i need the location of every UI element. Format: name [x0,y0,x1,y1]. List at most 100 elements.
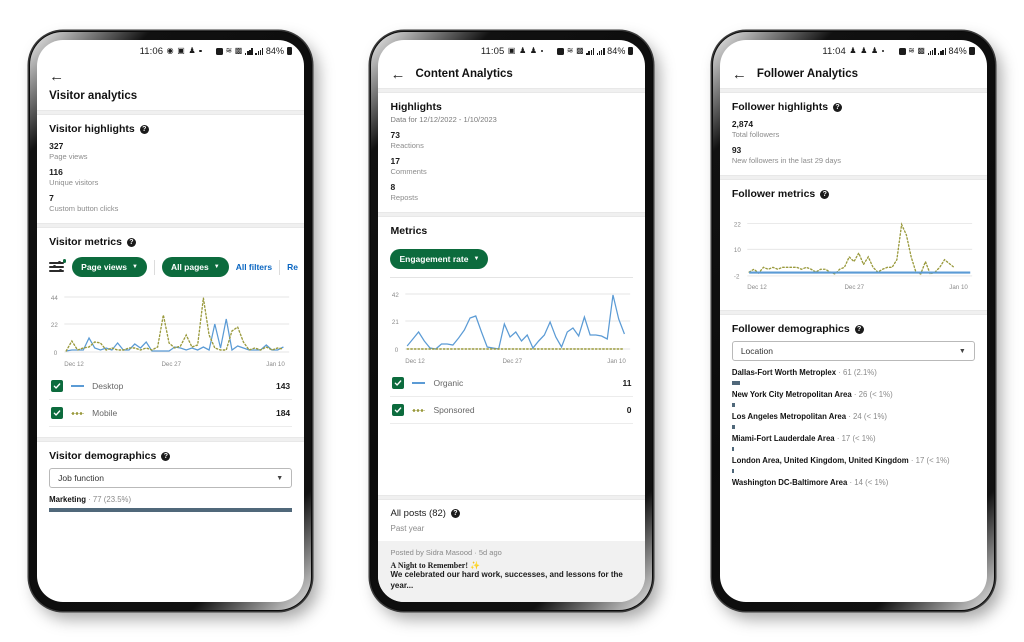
stat-item: 93 New followers in the last 29 days [732,145,975,165]
back-arrow-icon[interactable]: ← [732,67,747,82]
check-icon [395,407,402,413]
screen-content-analytics: 11:05 ▣ ♟ ♟ ≋ ▩ 84% ← Content Analytics … [378,40,646,602]
legend-row-desktop[interactable]: Desktop 143 [49,373,293,400]
pages-select-pill[interactable]: All pages ▼ [161,257,229,277]
heading-text: Visitor highlights [49,123,135,135]
page-title: Visitor analytics [49,90,138,102]
demographic-text: Dallas-Fort Worth Metroplex · 61 (2.1%) [732,368,975,379]
stat-value: 7 [49,193,54,203]
visitor-metrics-chart: 44 22 0 Dec 12 Dec 27 Jan 10 [49,285,292,373]
highlights-section: Highlights Data for 12/12/2022 - 1/10/20… [378,93,645,212]
pill-label: Engagement rate [399,254,469,264]
chevron-down-icon: ▼ [213,264,220,270]
filter-bar: Page views ▼ All pages ▼ All filters Re [49,254,298,285]
signal-icon-2 [255,47,264,55]
demographics-select[interactable]: Job function ▼ [49,468,293,488]
status-time: 11:06 [139,45,164,57]
demographic-text: Los Angeles Metropolitan Area · 24 (< 1%… [732,412,975,423]
legend-checkbox[interactable] [392,377,405,389]
app-bar-title: Content Analytics [415,68,513,80]
demographic-pct: (23.5%) [103,495,132,504]
check-icon [53,410,61,416]
chevron-down-icon: ▼ [958,347,966,355]
legend-row-sponsored[interactable]: Sponsored 0 [390,397,634,424]
legend-row-mobile[interactable]: Mobile 184 [49,400,293,427]
signal-icon-2 [938,47,946,55]
legend-swatch-dotted [412,408,426,412]
screen-follower-analytics: 11:04 ♟ ♟ ♟ ≋ ▩ 84% ← Follower Analytics… [719,40,987,602]
help-icon[interactable]: ? [126,237,136,247]
stat-label: Page views [49,151,88,161]
demographic-row: London Area, United Kingdom, United King… [731,455,975,473]
legend-value: 143 [275,381,291,391]
legend-row-organic[interactable]: Organic 11 [390,370,634,397]
hotspot-icon: ▩ [917,46,926,55]
legend-checkbox[interactable] [51,407,64,419]
x-tick-start: Dec 12 [406,358,426,365]
y-tick-0: 0 [54,350,58,357]
x-tick-start: Dec 12 [64,361,84,368]
help-icon[interactable]: ? [833,102,843,112]
status-time: 11:04 [822,45,846,57]
help-icon[interactable]: ? [820,189,830,199]
all-filters-button[interactable]: All filters [236,262,272,272]
help-icon[interactable]: ? [139,124,149,134]
demographic-row: Miami-Fort Lauderdale Area · 17 (< 1%) [731,434,975,451]
y-tick-minus2: -2 [734,274,740,281]
heading-text: Visitor demographics [49,450,157,462]
all-posts-title-row: All posts (82) ? [390,508,633,519]
engagement-rate-pill[interactable]: Engagement rate ▼ [390,249,489,269]
demographic-text: Miami-Fort Lauderdale Area · 17 (< 1%) [732,434,975,445]
heading-text: Highlights [390,101,442,113]
follower-metrics-chart: 22 10 -2 Dec 12 Dec 27 Jan 10 [732,212,975,296]
follower-metrics-heading: Follower metrics ? [732,188,975,200]
status-bar: 11:06 ◉ ▣ ♟ ≋ ▩ 84% [37,40,304,62]
date-range: Data for 12/12/2022 - 1/10/2023 [390,115,497,124]
status-bar-right: ≋ ▩ 84% [557,46,634,56]
y-tick-0: 0 [395,347,399,354]
demographic-count: 14 [854,477,863,487]
stat-item: 73 Reactions [390,130,633,150]
help-icon[interactable]: ? [854,324,864,334]
check-icon [395,380,402,386]
legend-swatch-solid [71,384,85,388]
filter-divider [279,259,281,275]
demographic-row: Washington DC-Baltimore Area · 14 (< 1%) [732,478,975,489]
demographic-count: 77 [92,495,102,504]
demographic-bar [731,424,735,429]
stat-item: 7 Custom button clicks [49,193,292,213]
signal-icon-1 [586,47,595,55]
demographics-select[interactable]: Location ▼ [731,341,975,361]
reset-button[interactable]: Re [287,262,298,272]
legend-checkbox[interactable] [392,404,405,416]
metric-select-pill[interactable]: Page views ▼ [72,257,147,277]
back-arrow-icon[interactable]: ← [390,67,405,82]
demographic-row: Dallas-Fort Worth Metroplex · 61 (2.1%) [731,368,975,385]
visitor-demographics-section: Visitor demographics ? Job function ▼ Ma… [37,442,304,521]
demographic-bar [731,380,741,385]
demographic-text: Marketing · 77 (23.5%) [49,495,292,506]
filter-settings-icon[interactable] [49,259,67,274]
chevron-down-icon: ▼ [276,474,284,482]
battery-icon [286,46,293,56]
chart-svg: 22 10 -2 Dec 12 Dec 27 Jan 10 [734,221,972,291]
help-icon[interactable]: ? [161,451,171,461]
demographic-pct: (< 1%) [865,477,889,487]
back-arrow-icon[interactable]: ← [49,69,64,84]
stat-label: Unique visitors [49,177,99,187]
stat-item: 8 Reposts [390,182,633,202]
pill-label: Page views [81,262,127,272]
demographic-count: 61 [843,368,852,377]
all-posts-title: All posts (82) [390,508,446,520]
y-tick-21: 21 [392,319,399,326]
demographic-name: London Area, United Kingdom, United King… [731,455,909,465]
bell-icon: ♟ [519,46,527,55]
post-card[interactable]: Posted by Sidra Masood · 5d ago A Night … [378,541,646,602]
legend-checkbox[interactable] [51,380,64,392]
wifi-icon: ≋ [225,46,233,55]
demographic-name: Marketing [49,495,86,504]
follower-metrics-section: Follower metrics ? 22 10 -2 Dec 12 Dec 2… [720,180,987,300]
status-bar-right: ≋ ▩ 84% [898,46,975,56]
status-bar-left: 11:04 ♟ ♟ ♟ [822,45,885,57]
help-icon[interactable]: ? [450,509,460,519]
